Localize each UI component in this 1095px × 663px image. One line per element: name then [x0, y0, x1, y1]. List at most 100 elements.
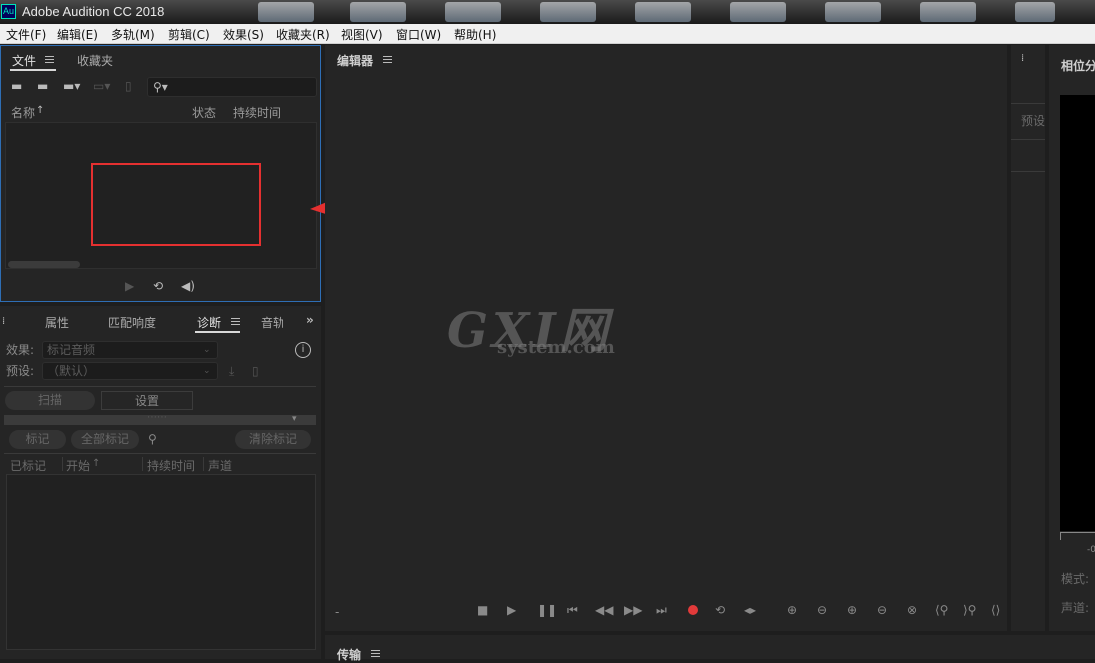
search-input[interactable]: [174, 80, 312, 94]
record-button[interactable]: [688, 605, 698, 615]
skip-selection-icon[interactable]: ◂▸: [744, 603, 756, 617]
zoom-out-time-icon[interactable]: ⊖: [877, 603, 887, 617]
menu-file[interactable]: 文件(F): [6, 26, 46, 43]
column-divider: [142, 457, 143, 471]
search-field[interactable]: ⚲▾: [147, 77, 317, 97]
clear-marks-button[interactable]: 清除标记: [235, 430, 311, 449]
auto-play-speaker-icon[interactable]: ◀): [181, 279, 195, 293]
go-to-end-icon[interactable]: ⏭: [656, 603, 667, 617]
menu-edit[interactable]: 编辑(E): [57, 26, 98, 43]
menu-view[interactable]: 视图(V): [341, 26, 383, 43]
title-bar: Au Adobe Audition CC 2018: [0, 0, 1095, 24]
phase-analysis-title[interactable]: 相位分: [1061, 57, 1095, 74]
rewind-icon[interactable]: ◀◀: [595, 603, 613, 617]
stop-icon[interactable]: ■: [477, 603, 488, 617]
import-icon[interactable]: ▬: [37, 79, 48, 93]
diagnostics-panel: ⁞ 属性 匹配响度 诊断 音轨 » 效果: 标记音频 ⌄ i 预设: （默认） …: [0, 306, 321, 659]
scan-button[interactable]: 扫描: [5, 391, 95, 410]
files-panel: 文件 收藏夹 ▬ ▬ ▬▾ ▭▾ ▯ ⚲▾ 名称 ↑ 状态 持续时间 ▶ ⟲ ◀…: [0, 45, 321, 302]
more-tabs-chevron-icon[interactable]: »: [306, 313, 314, 327]
collapsible-bar[interactable]: ⋯⋯ ▾: [4, 412, 316, 426]
horizontal-scrollbar[interactable]: [8, 261, 80, 268]
tab-diagnostics[interactable]: 诊断: [197, 314, 221, 331]
transport-title[interactable]: 传输: [337, 646, 361, 663]
watermark-domain: system.com: [497, 337, 615, 358]
info-icon[interactable]: i: [295, 342, 311, 358]
preset-dropdown[interactable]: （默认） ⌄: [42, 362, 218, 380]
effect-dropdown[interactable]: 标记音频 ⌄: [42, 341, 218, 359]
panel-grip-icon[interactable]: ⁞: [2, 315, 5, 329]
active-tab-underline: [10, 69, 56, 71]
mark-all-button[interactable]: 全部标记: [71, 430, 139, 449]
go-to-start-icon[interactable]: ⏮: [567, 603, 578, 617]
column-marked[interactable]: 已标记: [10, 457, 46, 474]
insert-into-multitrack-icon[interactable]: ▭▾: [93, 79, 110, 93]
column-divider: [203, 457, 204, 471]
menu-effects[interactable]: 效果(S): [223, 26, 264, 43]
background-window-strip: [350, 2, 406, 22]
zoom-selection-icon[interactable]: ⟨⟩: [991, 603, 1000, 617]
loop-icon[interactable]: ⟲: [715, 603, 725, 617]
tab-tracks[interactable]: 音轨: [261, 314, 283, 331]
tab-properties[interactable]: 属性: [45, 314, 69, 331]
tab-files[interactable]: 文件: [12, 52, 36, 69]
effect-dropdown-value: 标记音频: [47, 343, 96, 357]
diagnostics-results-list[interactable]: [6, 474, 316, 650]
panel-grip-icon[interactable]: ⁞: [1021, 52, 1024, 66]
zoom-out-point-icon[interactable]: ⟩⚲: [963, 603, 976, 617]
menu-favorites[interactable]: 收藏夹(R): [276, 26, 330, 43]
preset-dropdown-value: （默认）: [47, 364, 96, 378]
panel-menu-icon[interactable]: [371, 650, 380, 657]
delete-preset-icon[interactable]: ▯: [252, 364, 259, 378]
column-start[interactable]: 开始: [66, 457, 90, 474]
divider: [1011, 139, 1045, 140]
column-duration[interactable]: 持续时间: [233, 104, 281, 121]
column-channel[interactable]: 声道: [208, 457, 232, 474]
column-status[interactable]: 状态: [192, 104, 216, 121]
menu-window[interactable]: 窗口(W): [396, 26, 441, 43]
waveform-area[interactable]: [325, 45, 1007, 631]
meter-scale: [1060, 532, 1095, 540]
column-name[interactable]: 名称: [11, 104, 35, 121]
zoom-in-point-icon[interactable]: ⟨⚲: [935, 603, 948, 617]
zoom-full-icon[interactable]: ⊗: [907, 603, 917, 617]
zoom-in-amplitude-icon[interactable]: ⊕: [787, 603, 797, 617]
collapse-triangle-icon[interactable]: ▾: [292, 412, 297, 426]
preset-tab[interactable]: 预设: [1021, 114, 1045, 128]
divider: [4, 453, 316, 454]
panel-menu-icon[interactable]: [231, 318, 240, 325]
time-marker: -: [335, 605, 340, 619]
pause-icon[interactable]: ❚❚: [537, 603, 557, 617]
sort-arrow-up-icon: ↑: [92, 458, 101, 469]
open-folder-icon[interactable]: ▬: [11, 79, 22, 93]
play-icon[interactable]: ▶: [125, 279, 134, 293]
panel-menu-icon[interactable]: [45, 56, 54, 63]
background-window-strip: [1015, 2, 1055, 22]
save-preset-icon[interactable]: ⤓: [229, 364, 234, 378]
search-icon: ⚲▾: [153, 80, 168, 94]
chevron-down-icon: ⌄: [203, 345, 211, 355]
menu-help[interactable]: 帮助(H): [454, 26, 496, 43]
trash-icon[interactable]: ▯: [125, 79, 132, 93]
background-window-strip: [445, 2, 501, 22]
zoom-out-amplitude-icon[interactable]: ⊖: [817, 603, 827, 617]
side-panel: ⁞ 预设: [1011, 45, 1045, 631]
mark-button[interactable]: 标记: [9, 430, 66, 449]
zoom-icon[interactable]: ⚲: [148, 432, 157, 446]
preset-label: 预设:: [6, 364, 35, 378]
menu-multitrack[interactable]: 多轨(M): [111, 26, 155, 43]
zoom-in-time-icon[interactable]: ⊕: [847, 603, 857, 617]
menu-clip[interactable]: 剪辑(C): [168, 26, 210, 43]
background-window-strip: [258, 2, 314, 22]
new-file-icon[interactable]: ▬▾: [63, 79, 80, 93]
tab-favorites[interactable]: 收藏夹: [77, 52, 113, 69]
mode-label: 模式:: [1061, 572, 1090, 586]
column-duration[interactable]: 持续时间: [147, 457, 195, 474]
play-icon[interactable]: ▶: [507, 603, 516, 617]
background-window-strip: [540, 2, 596, 22]
fast-forward-icon[interactable]: ▶▶: [624, 603, 642, 617]
settings-button[interactable]: 设置: [101, 391, 193, 410]
divider: [1011, 103, 1045, 104]
tab-match-loudness[interactable]: 匹配响度: [108, 314, 156, 331]
loop-icon[interactable]: ⟲: [153, 279, 163, 293]
